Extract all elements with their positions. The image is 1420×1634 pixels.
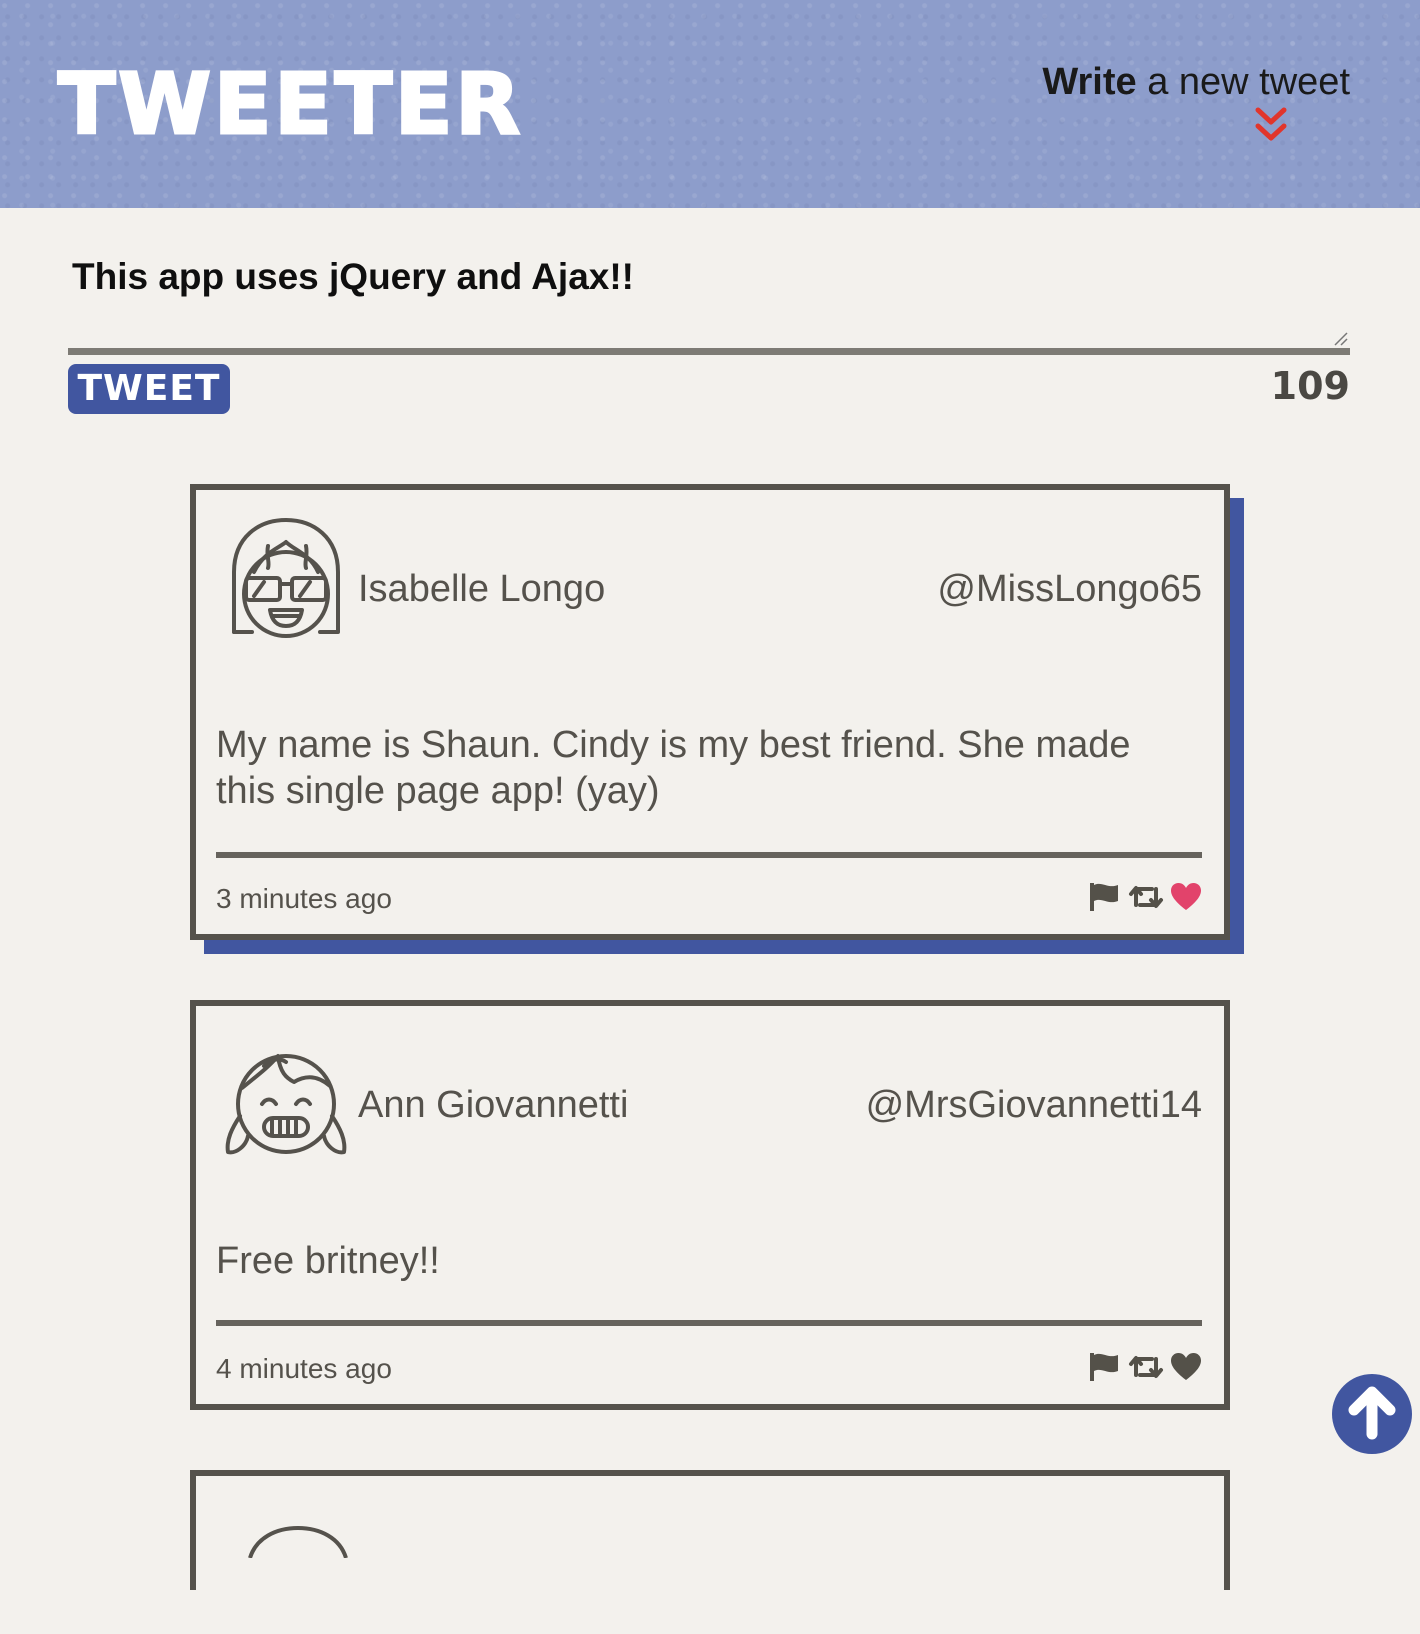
avatar-icon xyxy=(224,1028,348,1164)
tweet-author-name: Isabelle Longo xyxy=(358,568,606,610)
heart-icon[interactable] xyxy=(1170,1352,1202,1382)
tweet-timestamp: 4 minutes ago xyxy=(216,1353,392,1384)
retweet-icon[interactable] xyxy=(1128,1353,1164,1381)
flag-icon[interactable] xyxy=(1088,1351,1122,1383)
app-logo: TWEETER xyxy=(56,54,524,155)
avatar-icon xyxy=(224,512,348,648)
page-header: TWEETER Write a new tweet xyxy=(0,0,1420,208)
retweet-icon[interactable] xyxy=(1128,883,1164,911)
tweet-content: Free britney!! xyxy=(216,1240,440,1282)
tweet-author-handle: @MissLongo65 xyxy=(937,568,1202,610)
write-new-tweet-toggle[interactable]: Write a new tweet xyxy=(1042,60,1350,104)
tweet-actions xyxy=(1088,1350,1202,1384)
scroll-to-top-button[interactable] xyxy=(1332,1374,1412,1454)
write-label-bold: Write xyxy=(1042,61,1137,103)
tweet-timestamp: 3 minutes ago xyxy=(216,883,392,914)
tweet-card: Ann Giovannetti @MrsGiovannetti14 Free b… xyxy=(190,1000,1230,1410)
tweet-divider xyxy=(216,852,1202,858)
char-counter: 109 xyxy=(1270,364,1350,408)
textarea-underline xyxy=(68,348,1350,355)
avatar-icon xyxy=(236,1498,360,1634)
tweet-submit-button[interactable]: TWEET xyxy=(68,364,230,414)
flag-icon[interactable] xyxy=(1088,881,1122,913)
tweet-card xyxy=(190,1470,1230,1590)
textarea-resize-handle[interactable] xyxy=(1332,330,1348,346)
tweet-divider xyxy=(216,1320,1202,1326)
tweet-content: My name is Shaun. Cindy is my best frien… xyxy=(216,724,1131,812)
heart-icon[interactable] xyxy=(1170,882,1202,912)
tweet-textarea[interactable]: This app uses jQuery and Ajax!! xyxy=(72,252,634,302)
tweet-actions xyxy=(1088,880,1202,914)
arrow-up-icon xyxy=(1348,1384,1396,1445)
tweet-card: Isabelle Longo @MissLongo65 My name is S… xyxy=(190,484,1230,940)
write-label-rest: a new tweet xyxy=(1136,61,1350,103)
tweet-author-handle: @MrsGiovannetti14 xyxy=(865,1084,1202,1126)
write-new-tweet-label[interactable]: Write a new tweet xyxy=(1042,60,1350,104)
tweet-author-name: Ann Giovannetti xyxy=(358,1084,629,1126)
double-chevron-down-icon[interactable] xyxy=(1254,106,1288,146)
